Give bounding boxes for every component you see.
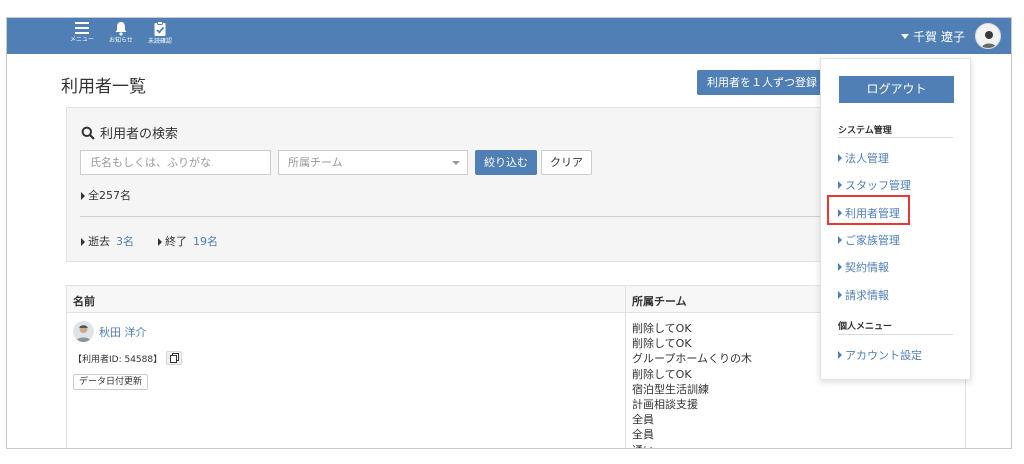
list-item: 宿泊型生活訓練	[632, 382, 709, 396]
clipboard-check-icon	[154, 21, 166, 36]
copy-id-button[interactable]	[166, 351, 183, 365]
total-count-toggle[interactable]: 全257名	[81, 187, 131, 203]
menu-item-contract[interactable]: 契約情報	[838, 259, 889, 275]
unread-check-label: 未読確認	[147, 38, 172, 45]
menu-item-label: スタッフ管理	[845, 179, 911, 192]
status-filter-deceased[interactable]: 逝去 3名	[81, 233, 134, 249]
list-item: 計画相談支援	[632, 398, 698, 412]
caret-right-icon	[838, 263, 842, 271]
menu-item-staff[interactable]: スタッフ管理	[838, 177, 911, 193]
status-filter-ended[interactable]: 終了 19名	[158, 233, 218, 249]
search-title-text: 利用者の検索	[100, 127, 179, 142]
filter-button[interactable]: 絞り込む	[475, 150, 537, 175]
team-select[interactable]: 所属チーム	[278, 150, 468, 175]
hamburger-icon	[75, 22, 89, 34]
caret-right-icon	[838, 236, 842, 244]
user-id: 【利用者ID: 54588】	[73, 351, 183, 365]
copy-icon	[169, 353, 179, 363]
menu-item-family[interactable]: ご家族管理	[838, 232, 900, 248]
menu-item-label: 契約情報	[845, 261, 889, 274]
divider	[80, 216, 900, 217]
caret-right-icon	[158, 238, 162, 246]
list-item: 削除してOK	[632, 367, 692, 381]
avatar[interactable]	[975, 23, 1001, 49]
list-item: 通い	[632, 443, 752, 448]
list-item: 削除してOK	[632, 322, 692, 335]
top-bar: メニュー お知らせ 未読確認 千賀 遼子	[7, 18, 1011, 54]
menu-item-label: ご家族管理	[845, 234, 900, 247]
search-icon	[81, 126, 95, 140]
person-photo-icon	[76, 325, 91, 342]
list-item: 全員	[632, 428, 654, 442]
user-avatar-icon	[982, 31, 996, 48]
caret-right-icon	[838, 351, 842, 359]
column-divider	[625, 286, 626, 448]
highlight-box	[827, 195, 910, 225]
user-id-text: 【利用者ID: 54588】	[73, 354, 163, 365]
register-user-button[interactable]: 利用者を１人ずつ登録	[697, 70, 827, 95]
unread-check-button[interactable]: 未読確認	[142, 20, 178, 52]
caret-right-icon	[81, 192, 85, 200]
list-item: グループホームくりの木	[632, 352, 753, 366]
chevron-down-icon	[452, 161, 460, 165]
column-header-name: 名前	[73, 295, 95, 308]
menu-button[interactable]: メニュー	[64, 20, 100, 52]
status-filters: 逝去 3名 終了 19名	[81, 233, 218, 249]
notifications-label: お知らせ	[109, 37, 133, 44]
search-heading: 利用者の検索	[81, 123, 178, 142]
status-count: 3名	[116, 235, 134, 248]
list-item: 削除してOK	[632, 337, 692, 351]
menu-label: メニュー	[69, 36, 94, 43]
caret-right-icon	[838, 181, 842, 189]
personal-menu-heading: 個人メニュー	[838, 322, 893, 332]
list-item: 全員	[632, 413, 654, 427]
caret-right-icon	[838, 154, 842, 162]
logout-button[interactable]: ログアウト	[839, 76, 954, 103]
data-date-update-button[interactable]: データ日付更新	[73, 374, 149, 390]
bell-icon	[115, 22, 127, 36]
user-menu-toggle[interactable]: 千賀 遼子	[901, 28, 965, 45]
caret-right-icon	[81, 238, 85, 246]
user-name-link[interactable]: 秋田 洋介	[99, 324, 147, 340]
name-search-input[interactable]: 氏名もしくは、ふりがな	[80, 150, 271, 175]
menu-item-corporation[interactable]: 法人管理	[838, 150, 889, 166]
menu-item-label: 請求情報	[845, 289, 889, 302]
status-label: 終了	[165, 235, 187, 248]
status-count: 19名	[193, 235, 218, 248]
menu-item-label: アカウント設定	[845, 349, 922, 362]
user-photo	[73, 321, 94, 342]
caret-down-icon	[901, 34, 910, 39]
menu-item-label: 法人管理	[845, 152, 889, 165]
clear-button[interactable]: クリア	[541, 150, 592, 175]
system-menu-heading: システム管理	[838, 126, 892, 136]
total-count-text: 全257名	[88, 189, 131, 202]
divider	[838, 334, 953, 335]
user-name: 千賀 遼子	[913, 30, 965, 44]
page-title: 利用者一覧	[61, 77, 146, 97]
divider	[838, 137, 953, 138]
notifications-button[interactable]: お知らせ	[103, 20, 139, 52]
menu-item-account-settings[interactable]: アカウント設定	[838, 347, 922, 363]
column-header-team: 所属チーム	[632, 295, 687, 308]
team-select-placeholder: 所属チーム	[288, 156, 343, 169]
team-list: 削除してOK 削除してOK グループホームくりの木 削除してOK 宿泊型生活訓練…	[632, 321, 753, 448]
status-label: 逝去	[88, 235, 110, 248]
menu-item-billing[interactable]: 請求情報	[838, 287, 889, 303]
caret-right-icon	[838, 291, 842, 299]
